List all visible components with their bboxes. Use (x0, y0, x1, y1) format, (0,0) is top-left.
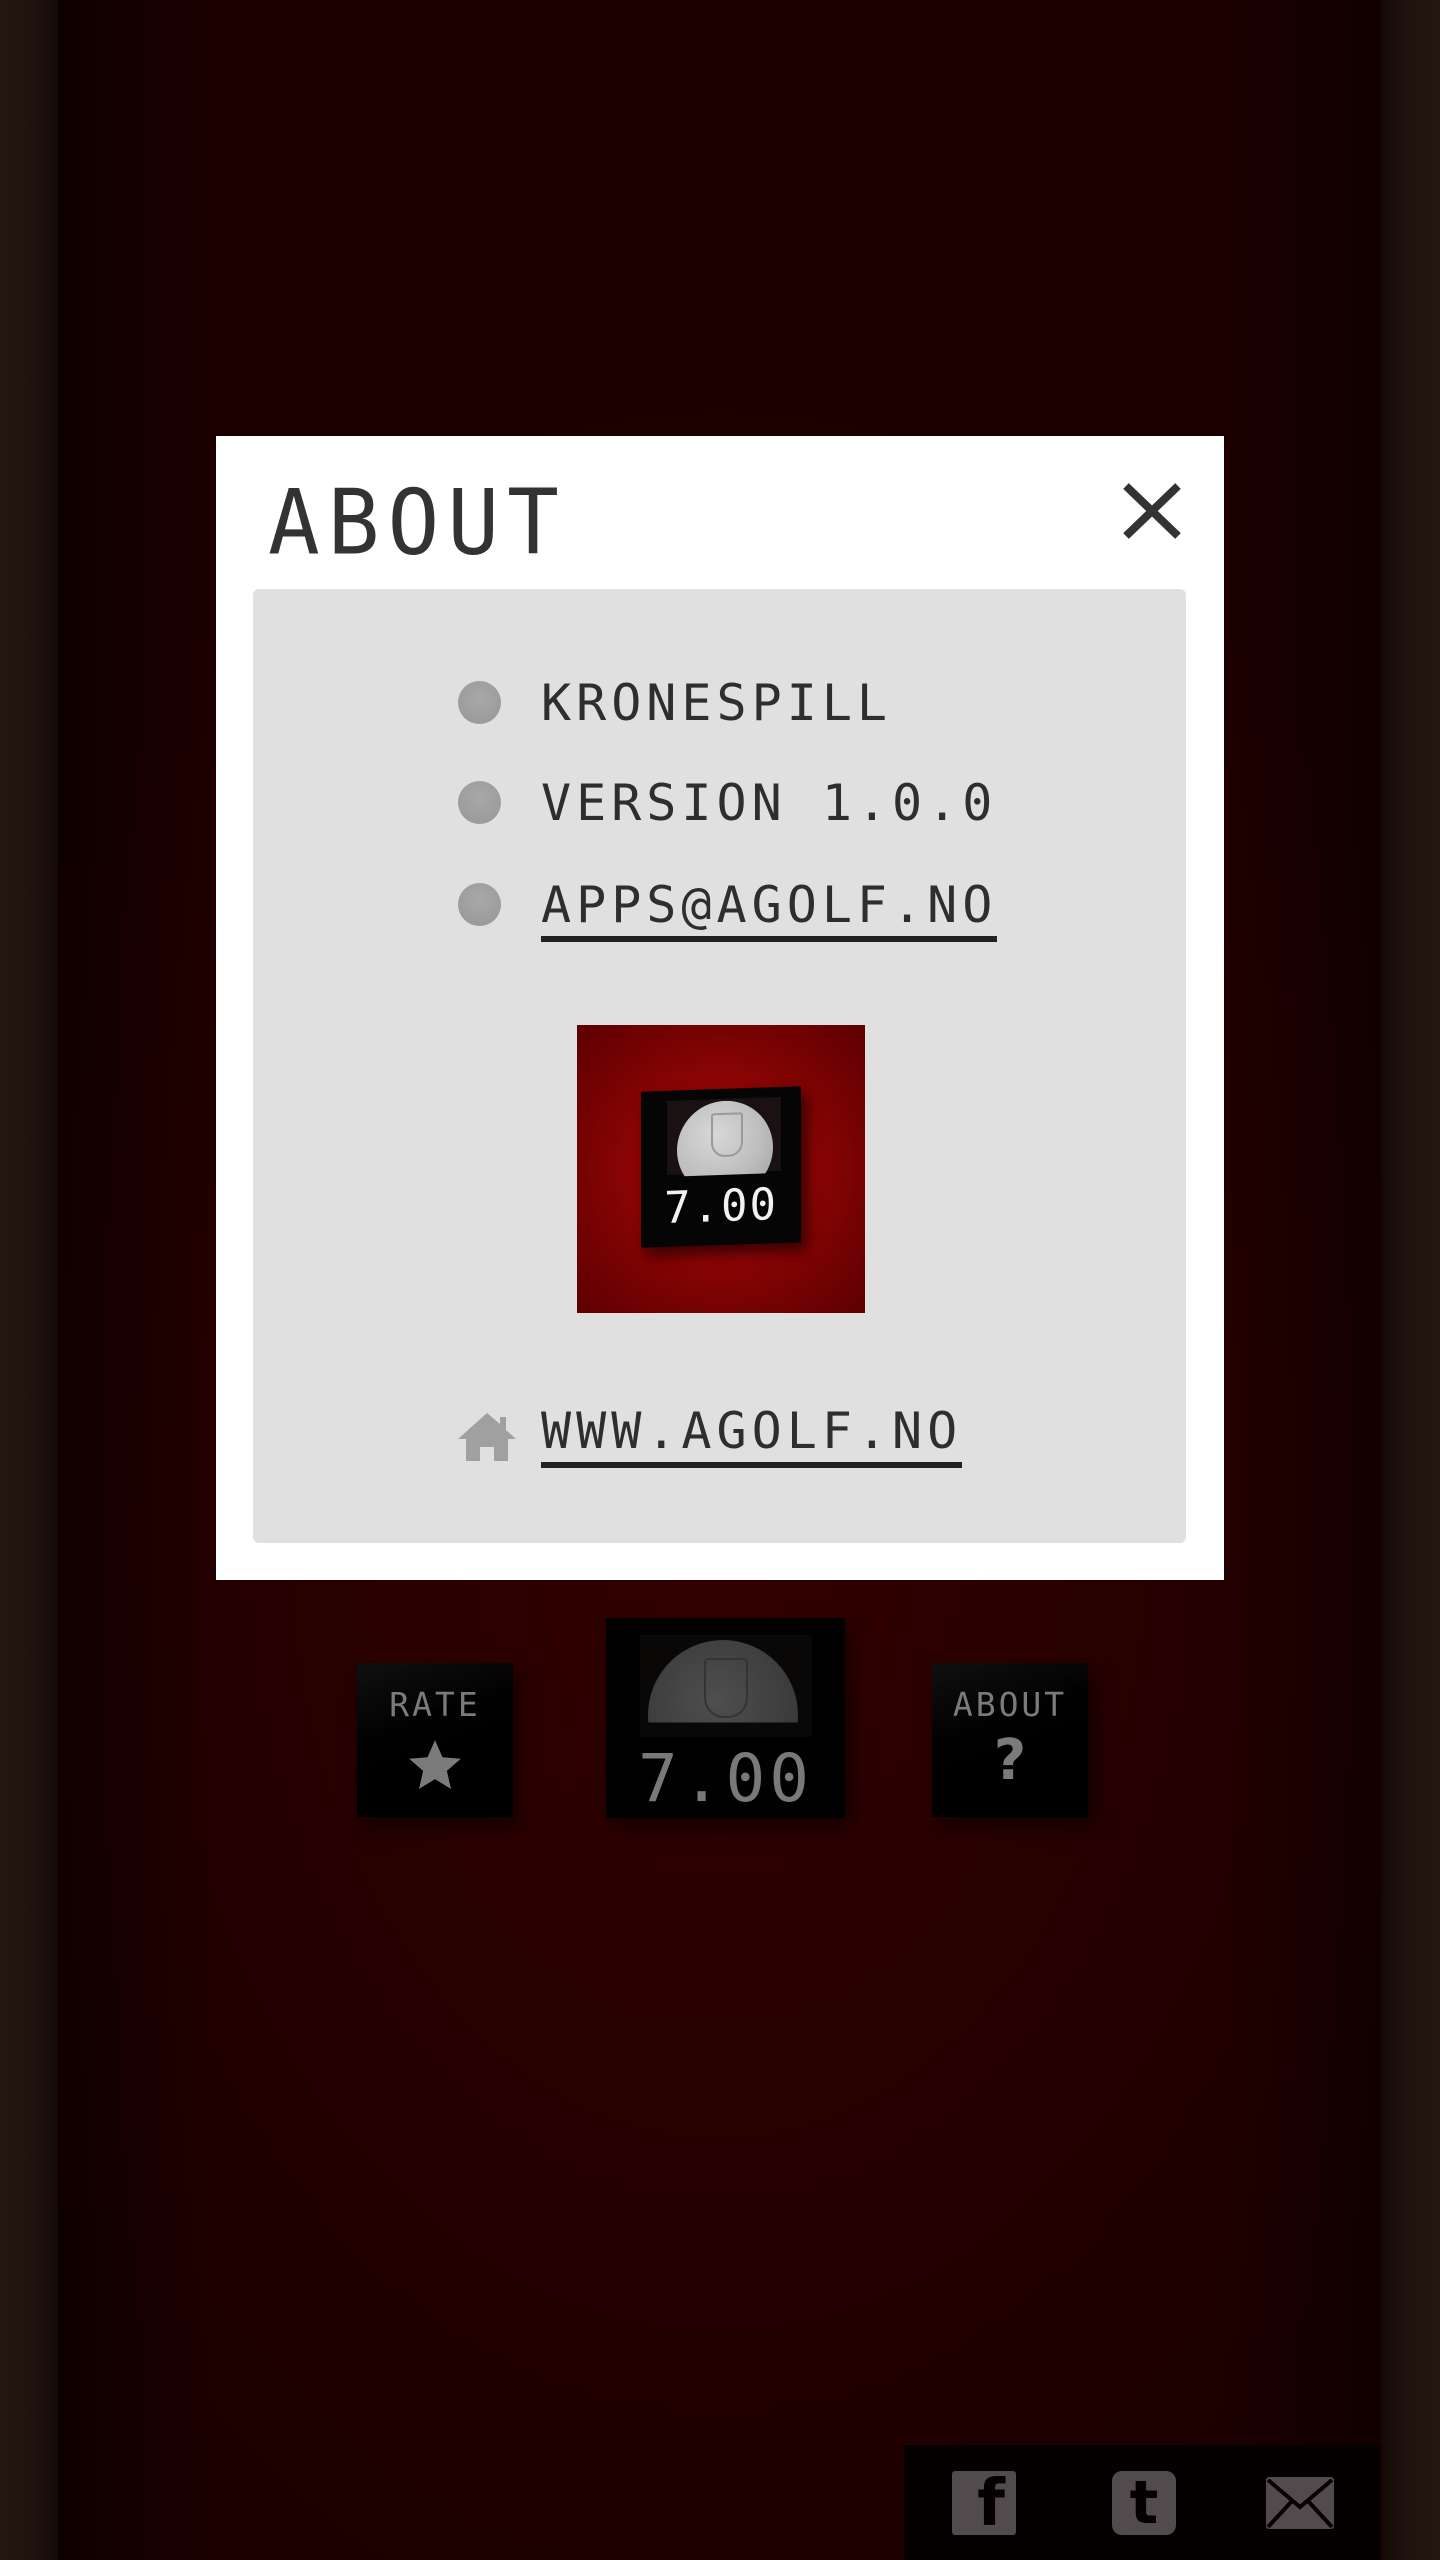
bullet-icon (458, 781, 501, 824)
app-name: KRONESPILL (541, 674, 893, 732)
close-icon (1123, 483, 1181, 539)
about-dialog: ABOUT KRONESPILL VERSION 1.0.0 APPS@AGOL… (216, 436, 1224, 1580)
dialog-title: ABOUT (268, 470, 567, 576)
info-row-email: APPS@AGOLF.NO (253, 876, 1186, 943)
home-icon (458, 1413, 516, 1461)
about-panel: KRONESPILL VERSION 1.0.0 APPS@AGOLF.NO 7… (253, 589, 1186, 1543)
bullet-icon (458, 681, 501, 724)
info-row-app-name: KRONESPILL (253, 675, 1186, 741)
website-link[interactable]: WWW.AGOLF.NO (541, 1402, 963, 1468)
bullet-icon (458, 883, 501, 926)
close-button[interactable] (1116, 476, 1188, 548)
app-icon-counter-value: 7.00 (664, 1179, 778, 1234)
app-icon-image: 7.00 (577, 1025, 865, 1313)
info-row-version: VERSION 1.0.0 (253, 775, 1186, 841)
website-row: WWW.AGOLF.NO (253, 1399, 1186, 1469)
app-version: VERSION 1.0.0 (541, 774, 998, 832)
email-link[interactable]: APPS@AGOLF.NO (541, 876, 998, 942)
